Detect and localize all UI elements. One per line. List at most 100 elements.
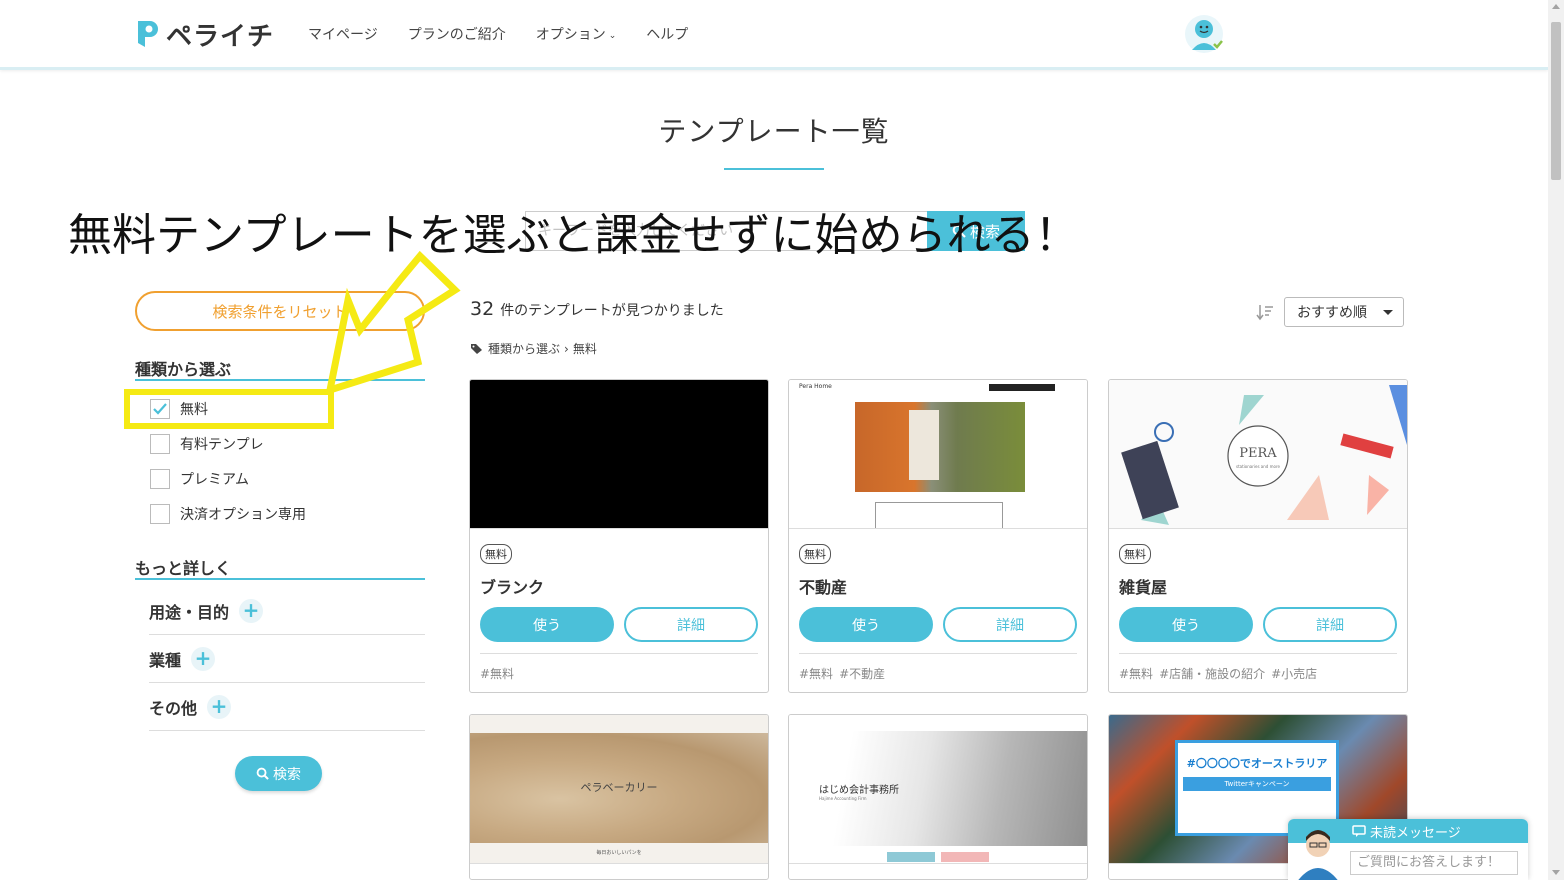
- card-actions: 使う 詳細: [799, 607, 1077, 642]
- plus-icon[interactable]: +: [191, 646, 216, 671]
- checkbox[interactable]: [150, 469, 170, 489]
- thumb-site-title: Pera Home: [799, 383, 832, 390]
- template-thumbnail[interactable]: Pera Home: [789, 380, 1087, 529]
- logo[interactable]: ペライチ: [134, 16, 274, 52]
- thumb-logo-text: PERA: [1239, 446, 1277, 461]
- card-body: 無料 不動産 使う 詳細 #無料 #不動産: [789, 529, 1087, 692]
- accordion-other-label: その他: [149, 698, 198, 718]
- thumb-hero-title: ペラベーカリー: [580, 781, 658, 794]
- detail-button[interactable]: 詳細: [624, 607, 758, 642]
- tag-list: #無料: [480, 665, 514, 682]
- nav-options[interactable]: オプション ⌄: [536, 24, 617, 44]
- sort-icon[interactable]: [1256, 303, 1274, 321]
- support-avatar-icon: [1298, 830, 1338, 880]
- annotation-highlight-box: [124, 389, 334, 429]
- breadcrumb: 種類から選ぶ › 無料: [470, 340, 597, 357]
- nav-plans[interactable]: プランのご紹介: [408, 24, 506, 44]
- top-header: ペライチ マイページ プランのご紹介 オプション ⌄ ヘルプ: [0, 0, 1548, 70]
- plus-icon[interactable]: +: [239, 598, 264, 623]
- template-card-bakery[interactable]: ペラベーカリー 毎日おいしいパンを: [469, 714, 769, 880]
- sidebar-search-label: 検索: [273, 766, 301, 783]
- thumb-subcopy: 毎日おいしいパンを: [596, 850, 642, 856]
- nav-help[interactable]: ヘルプ: [646, 24, 688, 44]
- use-button[interactable]: 使う: [1119, 607, 1253, 642]
- type-filter-heading: 種類から選ぶ: [135, 360, 232, 379]
- accordion-purpose-label: 用途・目的: [149, 602, 230, 622]
- template-name: 不動産: [799, 578, 848, 597]
- nav-mypage[interactable]: マイページ: [308, 24, 378, 44]
- page-title: テンプレート一覧: [658, 115, 890, 148]
- card-actions: 使う 詳細: [480, 607, 758, 642]
- free-badge: 無料: [480, 544, 512, 564]
- accordion-industry[interactable]: 業種 +: [149, 635, 425, 683]
- scroll-thumb[interactable]: [1551, 22, 1561, 180]
- template-thumbnail[interactable]: はじめ会計事務所 Hajime Accounting Firm: [789, 715, 1087, 864]
- more-filter-heading: もっと詳しく: [135, 559, 232, 578]
- filter-payment-option[interactable]: 決済オプション専用: [150, 504, 306, 524]
- thumb-button: [941, 852, 989, 862]
- template-thumbnail[interactable]: ペラベーカリー 毎日おいしいパンを: [470, 715, 768, 864]
- title-underline: [724, 168, 824, 170]
- main-nav: マイページ プランのご紹介 オプション ⌄ ヘルプ: [308, 24, 688, 44]
- filter-premium[interactable]: プレミアム: [150, 469, 249, 489]
- thumb-logo-subtext: stationaries and more: [1236, 464, 1280, 469]
- accordion-industry-label: 業種: [149, 650, 182, 670]
- detail-button[interactable]: 詳細: [1263, 607, 1397, 642]
- template-card-goods-shop[interactable]: PERA stationaries and more 無料 雑貨屋 使う 詳細 …: [1108, 379, 1408, 693]
- result-count-text: 件のテンプレートが見つかりました: [500, 303, 724, 319]
- template-thumbnail[interactable]: [470, 380, 768, 529]
- tag[interactable]: #不動産: [839, 665, 885, 682]
- divider: [799, 653, 1077, 654]
- use-button[interactable]: 使う: [799, 607, 933, 642]
- thumb-nav-bar: [989, 384, 1055, 391]
- card-body: 無料 ブランク 使う 詳細 #無料: [470, 529, 768, 692]
- sidebar-search-button[interactable]: 検索: [235, 756, 322, 791]
- user-avatar-icon[interactable]: [1184, 14, 1224, 54]
- scroll-down-arrow-icon[interactable]: [1552, 870, 1560, 875]
- result-count-number: 32: [470, 298, 495, 320]
- thumb-hero-building: [909, 410, 939, 480]
- tag[interactable]: #無料: [1119, 665, 1153, 682]
- chevron-down-icon: ⌄: [608, 31, 617, 41]
- scroll-up-arrow-icon[interactable]: [1552, 4, 1560, 9]
- template-card-accounting[interactable]: はじめ会計事務所 Hajime Accounting Firm: [788, 714, 1088, 880]
- breadcrumb-separator: ›: [564, 341, 569, 356]
- more-heading-underline: [135, 578, 425, 580]
- divider: [1119, 653, 1397, 654]
- caret-down-icon: [1383, 310, 1393, 315]
- logo-icon: [138, 21, 158, 47]
- tag[interactable]: #店舗・施設の紹介: [1159, 665, 1265, 682]
- search-icon: [256, 767, 269, 780]
- chat-widget[interactable]: 未読メッセージ ご質問にお答えします！: [1288, 819, 1528, 880]
- tag[interactable]: #無料: [480, 665, 514, 682]
- result-count: 32 件のテンプレートが見つかりました: [470, 298, 724, 320]
- detail-button[interactable]: 詳細: [943, 607, 1077, 642]
- chat-title: 未読メッセージ: [1370, 825, 1461, 841]
- filter-paid-label: 有料テンプレ: [180, 437, 264, 453]
- checkbox[interactable]: [150, 504, 170, 524]
- sort-select[interactable]: おすすめ順: [1284, 297, 1404, 327]
- tag-list: #無料 #店舗・施設の紹介 #小売店: [1119, 665, 1317, 682]
- annotation-arrow-icon: [325, 250, 461, 396]
- plus-icon[interactable]: +: [207, 694, 232, 719]
- tag[interactable]: #小売店: [1271, 665, 1317, 682]
- divider: [480, 653, 758, 654]
- template-card-blank[interactable]: 無料 ブランク 使う 詳細 #無料: [469, 379, 769, 693]
- breadcrumb-root[interactable]: 種類から選ぶ: [488, 340, 560, 357]
- use-button[interactable]: 使う: [480, 607, 614, 642]
- filter-premium-label: プレミアム: [180, 472, 250, 488]
- chat-input[interactable]: ご質問にお答えします！: [1350, 851, 1518, 875]
- breadcrumb-current: 無料: [572, 342, 597, 356]
- accordion-purpose[interactable]: 用途・目的 +: [149, 587, 425, 635]
- filter-payment-option-label: 決済オプション専用: [180, 507, 306, 523]
- thumb-hero-image: [855, 402, 1025, 492]
- checkbox[interactable]: [150, 434, 170, 454]
- template-thumbnail[interactable]: PERA stationaries and more: [1109, 380, 1407, 529]
- annotation-caption: 無料テンプレートを選ぶと課金せずに始められる！: [68, 210, 1079, 261]
- template-card-realestate[interactable]: Pera Home 無料 不動産 使う 詳細 #無料 #不動産: [788, 379, 1088, 693]
- tag[interactable]: #無料: [799, 665, 833, 682]
- accordion-other[interactable]: その他 +: [149, 683, 425, 731]
- filter-paid[interactable]: 有料テンプレ: [150, 434, 264, 454]
- thumb-campaign-title: #〇〇〇〇でオーストラリア: [1186, 757, 1328, 770]
- page-scrollbar[interactable]: [1548, 0, 1564, 880]
